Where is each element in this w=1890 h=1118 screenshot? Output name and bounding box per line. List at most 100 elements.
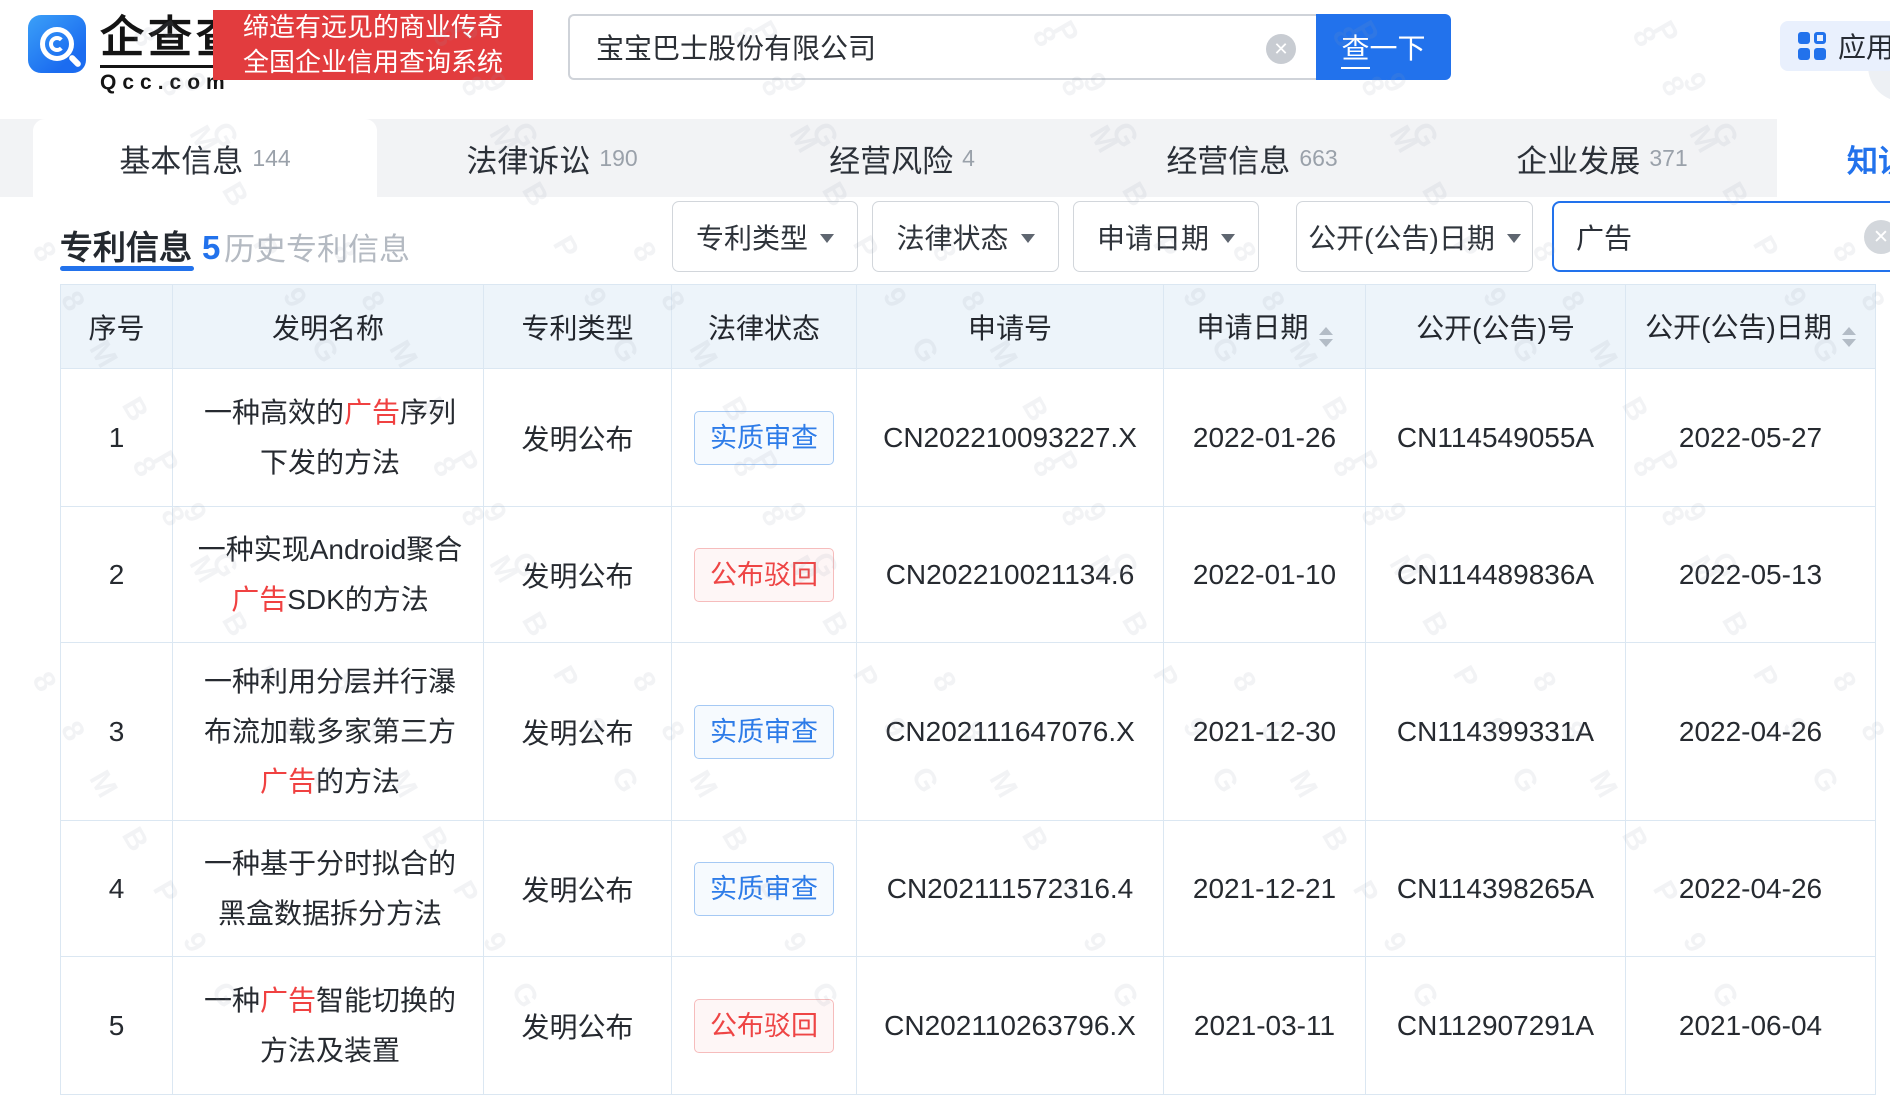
subtab-history-patent-info[interactable]: 历史专利信息 xyxy=(224,224,410,269)
tab-count: 663 xyxy=(1299,145,1337,172)
chevron-down-icon xyxy=(820,234,834,243)
cell-application-date: 2022-01-26 xyxy=(1164,369,1366,507)
search-input[interactable] xyxy=(596,31,1260,63)
chevron-down-icon xyxy=(1221,234,1235,243)
column-header-label: 申请日期 xyxy=(1196,312,1308,343)
tab-label: 经营信息 xyxy=(1166,136,1290,181)
keyword-highlight: 广告 xyxy=(344,397,400,428)
apps-button[interactable]: 应用 xyxy=(1780,21,1890,71)
cell-application-no: CN202111572316.4 xyxy=(857,821,1164,957)
magnifier-handle xyxy=(68,54,82,68)
column-header[interactable]: 公开(公告)日期 xyxy=(1626,285,1876,369)
cell-invention-name: 一种基于分时拟合的黑盒数据拆分方法 xyxy=(173,821,484,957)
cell-legal-status: 实质审查 xyxy=(672,821,857,957)
filter-patent-type[interactable]: 专利类型 xyxy=(672,201,858,272)
cell-invention-name: 一种广告智能切换的方法及装置 xyxy=(173,957,484,1095)
column-header: 公开(公告)号 xyxy=(1366,285,1626,369)
column-header: 专利类型 xyxy=(484,285,672,369)
qcc-company-page: 企查查 Qcc.com 缔造有远见的商业传奇 全国企业信用查询系统 ✕ 查一下 … xyxy=(0,0,1890,1118)
search-submit-button[interactable]: 查一下 xyxy=(1316,14,1451,80)
cell-publication-no: CN112907291A xyxy=(1366,957,1626,1095)
cell-patent-type: 发明公布 xyxy=(484,821,672,957)
apps-grid-icon xyxy=(1798,32,1826,60)
cell-invention-name: 一种高效的广告序列下发的方法 xyxy=(173,369,484,507)
name-text: 方法及装置 xyxy=(260,1035,400,1066)
filter-publish-date[interactable]: 公开(公告)日期 xyxy=(1296,201,1533,272)
cell-index: 5 xyxy=(61,957,173,1095)
qcc-logo[interactable]: 企查查 Qcc.com xyxy=(28,15,244,95)
cell-index: 3 xyxy=(61,643,173,821)
name-text: 一种基于分时拟合的 xyxy=(204,848,456,879)
name-text: 一种实现Android聚合 xyxy=(198,534,463,565)
status-badge: 实质审查 xyxy=(694,705,834,759)
tab-operation-risk[interactable]: 经营风险 4 xyxy=(727,119,1077,197)
name-text: 一种 xyxy=(204,985,260,1016)
qcc-logo-icon xyxy=(28,15,86,73)
table-row: 1一种高效的广告序列下发的方法发明公布实质审查CN202210093227.X2… xyxy=(61,369,1876,507)
filter-apply-date-label: 申请日期 xyxy=(1097,217,1209,257)
cell-application-no: CN202210093227.X xyxy=(857,369,1164,507)
column-header-label: 公开(公告)日期 xyxy=(1645,312,1832,343)
cell-application-date: 2022-01-10 xyxy=(1164,507,1366,643)
tab-bar: 基本信息 144 法律诉讼190 经营风险 4 经营信息 663 企业发展371 知识产权 xyxy=(0,119,1890,197)
cell-publication-date: 2021-06-04 xyxy=(1626,957,1876,1095)
column-header-label: 专利类型 xyxy=(521,313,633,344)
cell-index: 2 xyxy=(61,507,173,643)
cell-publication-date: 2022-04-26 xyxy=(1626,821,1876,957)
table-row: 4一种基于分时拟合的黑盒数据拆分方法发明公布实质审查CN202111572316… xyxy=(61,821,1876,957)
keyword-highlight: 广告 xyxy=(260,985,316,1016)
search-input-box: ✕ xyxy=(568,14,1316,80)
cell-publication-no: CN114549055A xyxy=(1366,369,1626,507)
tab-label: 知识产权 xyxy=(1847,136,1890,181)
tab-label: 经营风险 xyxy=(829,136,953,181)
tab-operation-info[interactable]: 经营信息 663 xyxy=(1077,119,1427,197)
cell-patent-type: 发明公布 xyxy=(484,369,672,507)
tab-count: 190 xyxy=(599,145,637,172)
clear-keyword-icon[interactable]: ✕ xyxy=(1864,220,1890,254)
tab-intellectual-property[interactable]: 知识产权 xyxy=(1777,119,1890,197)
cell-application-no: CN202210021134.6 xyxy=(857,507,1164,643)
column-header-label: 申请号 xyxy=(968,313,1052,344)
tab-company-development[interactable]: 企业发展371 xyxy=(1427,119,1777,197)
name-text: 下发的方法 xyxy=(260,447,400,478)
subtab-patent-label: 专利信息 xyxy=(60,229,192,266)
apps-button-label: 应用 xyxy=(1838,26,1890,66)
subtab-patent-info[interactable]: 专利信息5 xyxy=(60,221,220,269)
sort-icon[interactable] xyxy=(1319,327,1333,347)
chevron-down-icon xyxy=(1507,234,1521,243)
column-header-label: 发明名称 xyxy=(272,313,384,344)
cell-legal-status: 公布驳回 xyxy=(672,957,857,1095)
tab-legal-litigation[interactable]: 法律诉讼190 xyxy=(377,119,727,197)
tab-count: 144 xyxy=(252,145,290,172)
patents-table: 序号发明名称专利类型法律状态申请号申请日期公开(公告)号公开(公告)日期 1一种… xyxy=(60,284,1876,1095)
cell-application-no: CN202110263796.X xyxy=(857,957,1164,1095)
tab-basic-info[interactable]: 基本信息 144 xyxy=(33,119,377,197)
patents-table-body: 1一种高效的广告序列下发的方法发明公布实质审查CN202210093227.X2… xyxy=(61,369,1876,1095)
column-header: 申请号 xyxy=(857,285,1164,369)
name-text: 一种利用分层并行瀑 xyxy=(204,666,456,697)
keyword-highlight: 广告 xyxy=(260,766,316,797)
status-badge: 公布驳回 xyxy=(694,999,834,1053)
table-row: 5一种广告智能切换的方法及装置发明公布公布驳回 CN202110263796.X 2… xyxy=(61,957,1876,1095)
cell-publication-date: 2022-05-13 xyxy=(1626,507,1876,643)
cell-patent-type: 发明公布 xyxy=(484,957,672,1095)
cell-invention-name: 一种实现Android聚合广告SDK的方法 xyxy=(173,507,484,643)
table-row: 2一种实现Android聚合广告SDK的方法发明公布公布驳回CN20221002… xyxy=(61,507,1876,643)
status-badge: 实质审查 xyxy=(694,411,834,465)
filter-legal-status[interactable]: 法律状态 xyxy=(872,201,1059,272)
filter-apply-date[interactable]: 申请日期 xyxy=(1073,201,1259,272)
name-text: SDK的方法 xyxy=(287,584,429,615)
filter-legal-status-label: 法律状态 xyxy=(896,217,1008,257)
cell-patent-type: 发明公布 xyxy=(484,507,672,643)
cell-application-date: 2021-12-21 xyxy=(1164,821,1366,957)
column-header[interactable]: 申请日期 xyxy=(1164,285,1366,369)
cell-publication-no: CN114489836A xyxy=(1366,507,1626,643)
tab-label: 基本信息 xyxy=(119,136,243,181)
keyword-search-input[interactable] xyxy=(1576,221,1826,253)
column-header-label: 公开(公告)号 xyxy=(1416,313,1575,344)
filter-publish-date-label: 公开(公告)日期 xyxy=(1308,217,1495,257)
sort-icon[interactable] xyxy=(1842,327,1856,347)
clear-search-icon[interactable]: ✕ xyxy=(1266,34,1296,64)
tab-count: 4 xyxy=(962,145,975,172)
cell-publication-date: 2022-05-27 xyxy=(1626,369,1876,507)
